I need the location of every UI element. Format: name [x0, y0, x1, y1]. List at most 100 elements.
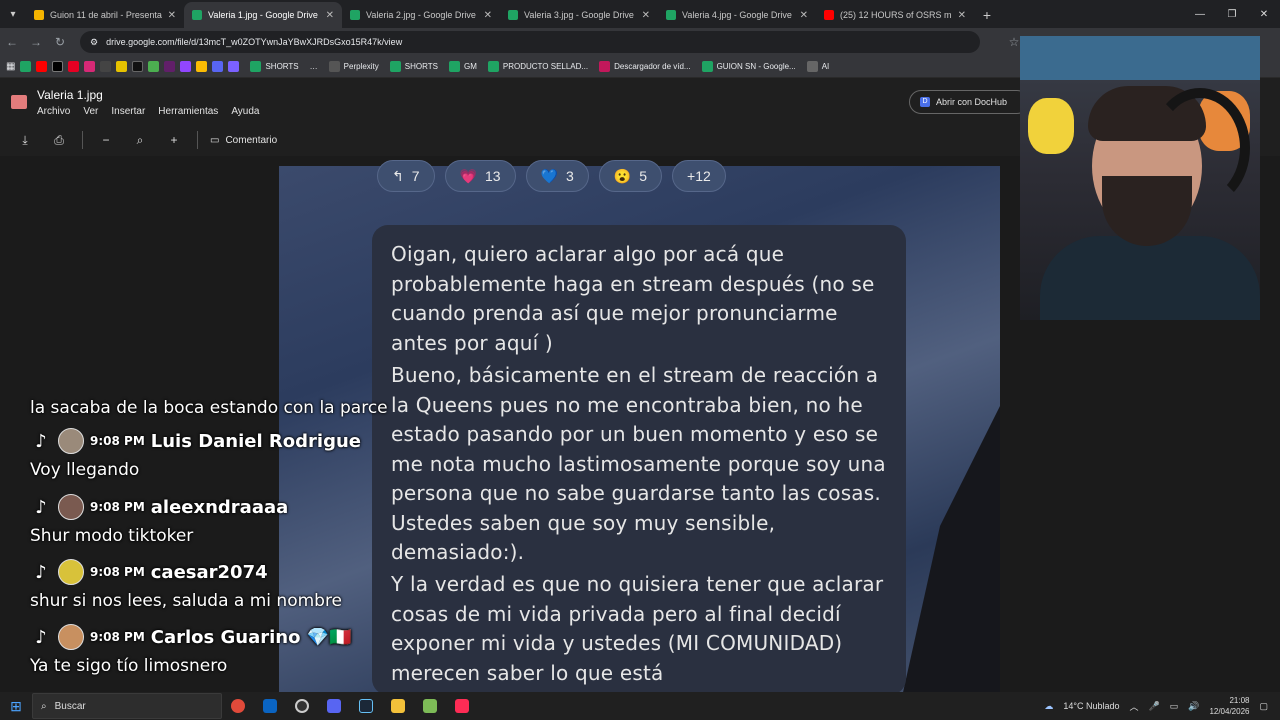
bookmark-dots[interactable]: … — [310, 62, 318, 71]
close-icon[interactable]: ✕ — [958, 10, 966, 21]
x-icon[interactable] — [52, 61, 64, 72]
url-input[interactable]: ⚙ drive.google.com/file/d/13mcT_w0ZOTYwn… — [80, 31, 980, 53]
site-info-icon[interactable]: ⚙ — [90, 37, 98, 48]
tab-youtube[interactable]: (25) 12 HOURS of OSRS mu ✕ — [816, 2, 974, 28]
chat-entry: ♪ 9:08 PM Carlos Guarino 💎🇮🇹 Ya te sigo tí… — [30, 624, 352, 676]
minimize-icon[interactable]: — — [1184, 0, 1216, 28]
bookmark-shorts[interactable]: SHORTS — [250, 61, 299, 72]
drive-icon — [666, 10, 676, 20]
steam-icon[interactable] — [350, 693, 382, 719]
close-window-icon[interactable]: ✕ — [1248, 0, 1280, 28]
youtube-icon[interactable] — [36, 61, 48, 72]
obs-icon[interactable] — [286, 693, 318, 719]
open-with-dochub-button[interactable]: D Abrir con DocHub — [909, 90, 1029, 114]
comment-icon: ▭ — [210, 134, 220, 146]
windows-start-icon[interactable]: ⊞ — [0, 698, 32, 715]
discord-icon[interactable] — [212, 61, 224, 72]
drive-icon — [389, 61, 401, 72]
zoom-out-icon[interactable]: − — [95, 133, 117, 147]
bookmark-gm[interactable]: GM — [448, 61, 477, 72]
notifications-icon[interactable]: ▢ — [1259, 701, 1268, 712]
message-paragraph-2: Bueno, básicamente en el stream de reacc… — [391, 363, 886, 564]
new-tab-button[interactable]: + — [974, 2, 1000, 28]
colors-icon[interactable] — [148, 61, 160, 72]
capcut-icon[interactable] — [116, 61, 128, 72]
bookmark-perplexity[interactable]: Perplexity — [328, 61, 379, 72]
back-icon[interactable]: ← — [0, 35, 24, 49]
message-paragraph-3: Y la verdad es que no quisiera tener que… — [391, 572, 884, 685]
sheets-icon[interactable] — [20, 61, 32, 72]
tiktok-live-icon[interactable] — [446, 693, 478, 719]
drive-icon — [701, 61, 713, 72]
chat-top-line: la sacaba de la boca estando con la parc… — [30, 398, 388, 418]
bookmark-shorts-2[interactable]: SHORTS — [389, 61, 438, 72]
download-icon[interactable] — [100, 61, 112, 72]
comment-button[interactable]: ▭ Comentario — [210, 135, 277, 146]
spotify-icon[interactable] — [414, 693, 446, 719]
tab-valeria-4[interactable]: Valeria 4.jpg - Google Drive ✕ — [658, 2, 816, 28]
folder-icon — [806, 61, 818, 72]
zoom-icon[interactable]: ⌕ — [129, 133, 151, 148]
chevron-up-icon[interactable]: ︿ — [1129, 700, 1138, 713]
reaction-reply: ↰ 7 — [377, 160, 435, 192]
tab-valeria-3[interactable]: Valeria 3.jpg - Google Drive ✕ — [500, 2, 658, 28]
avatar — [58, 624, 84, 650]
clock[interactable]: 21:08 12/04/2026 — [1209, 695, 1249, 717]
maximize-icon[interactable]: ❐ — [1216, 0, 1248, 28]
close-icon[interactable]: ✕ — [642, 10, 650, 21]
youtube-icon — [824, 10, 834, 20]
tiktok-icon: ♪ — [35, 626, 47, 648]
avatar — [58, 428, 84, 454]
reload-icon[interactable]: ↻ — [48, 35, 72, 49]
reaction-bar: ↰ 7 💗 13 💙 3 😮 5 +12 — [377, 160, 726, 192]
slack-icon[interactable] — [164, 61, 176, 72]
network-icon[interactable]: ▭ — [1170, 701, 1179, 712]
bookmark-producto[interactable]: PRODUCTO SELLAD... — [487, 61, 588, 72]
menu-ver[interactable]: Ver — [83, 106, 98, 117]
tab-guion[interactable]: Guion 11 de abril - Presentació ✕ — [26, 2, 184, 28]
instagram-icon[interactable] — [84, 61, 96, 72]
twitch-icon[interactable] — [180, 61, 192, 72]
microphone-icon[interactable]: 🎤 — [1148, 701, 1159, 712]
chat-entry: ♪ 9:08 PM aleexndraaaa Shur modo tiktoker — [30, 494, 288, 546]
bookmark-ai[interactable]: AI — [806, 61, 829, 72]
reaction-more: +12 — [672, 160, 726, 192]
close-icon[interactable]: ✕ — [484, 10, 492, 21]
blue-heart-icon: 💙 — [540, 167, 558, 184]
menu-ayuda[interactable]: Ayuda — [231, 106, 259, 117]
zoom-in-icon[interactable]: + — [163, 133, 185, 147]
menu-herramientas[interactable]: Herramientas — [158, 106, 218, 117]
bookmark-descargador[interactable]: Descargador de víd... — [599, 61, 691, 72]
chrome-icon[interactable] — [222, 693, 254, 719]
pinterest-icon[interactable] — [68, 61, 80, 72]
chat-icon[interactable] — [228, 61, 240, 72]
reaction-blue-heart: 💙 3 — [525, 160, 589, 192]
divider — [197, 131, 198, 149]
close-icon[interactable]: ✕ — [168, 10, 176, 21]
file-title[interactable]: Valeria 1.jpg — [37, 88, 103, 102]
bookmark-guion[interactable]: GUION SN - Google... — [701, 61, 796, 72]
taskbar-search[interactable]: ⌕ Buscar — [32, 693, 222, 719]
close-icon[interactable]: ✕ — [800, 10, 808, 21]
forward-icon[interactable]: → — [24, 35, 48, 49]
menu-archivo[interactable]: Archivo — [37, 106, 70, 117]
tab-valeria-2[interactable]: Valeria 2.jpg - Google Drive ✕ — [342, 2, 500, 28]
search-icon: ⌕ — [41, 700, 47, 712]
file-explorer-icon[interactable] — [382, 693, 414, 719]
outlook-icon[interactable] — [254, 693, 286, 719]
photos-icon[interactable] — [196, 61, 208, 72]
volume-icon[interactable]: 🔊 — [1188, 701, 1199, 712]
tab-search-button[interactable]: ▾ — [0, 0, 26, 28]
print-icon[interactable]: ⎙ — [48, 133, 70, 148]
drive-icon — [350, 10, 360, 20]
apps-grid-icon[interactable]: ▦ — [6, 61, 15, 72]
menu-insertar[interactable]: Insertar — [111, 106, 145, 117]
discord-icon[interactable] — [318, 693, 350, 719]
tiktok-icon[interactable] — [132, 61, 144, 72]
weather-text[interactable]: 14°C Nublado — [1063, 701, 1119, 711]
download-icon[interactable]: ⤓ — [14, 133, 36, 148]
close-icon[interactable]: ✕ — [326, 10, 334, 21]
surprised-face-icon: 😮 — [613, 167, 632, 184]
tab-valeria-1[interactable]: Valeria 1.jpg - Google Drive ✕ — [184, 2, 342, 28]
drive-icon — [250, 61, 262, 72]
